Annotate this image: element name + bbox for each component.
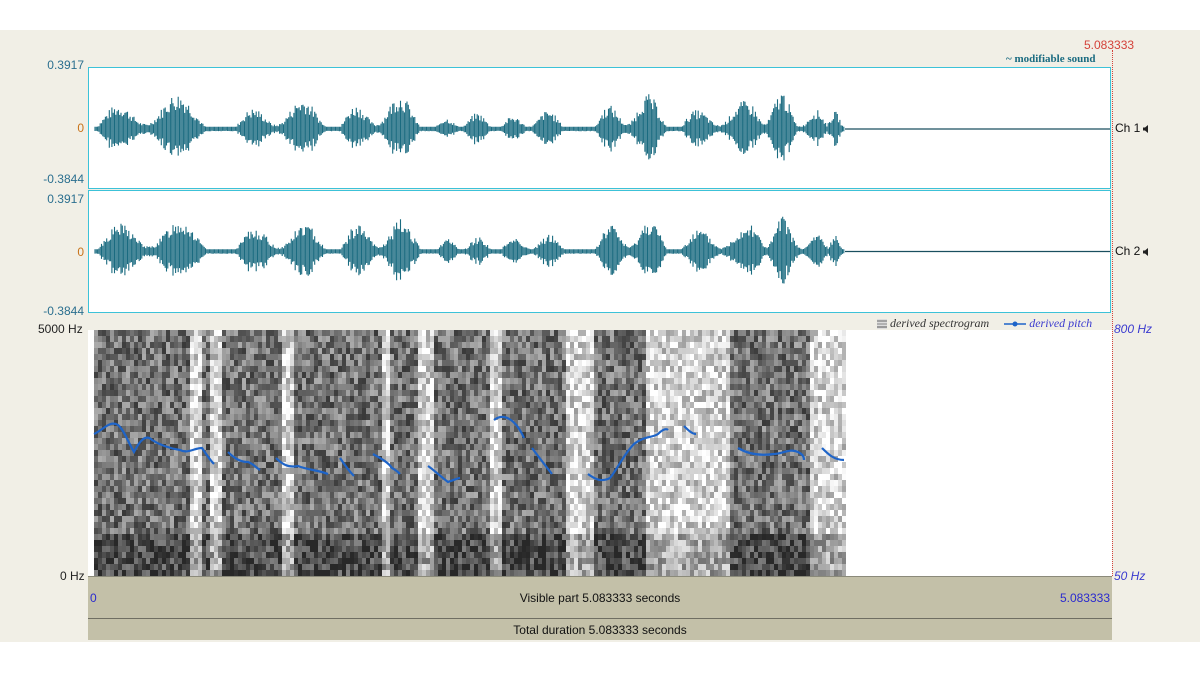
time-end-label: 5.083333 <box>1059 591 1110 605</box>
ch2-label: Ch 2 <box>1115 244 1141 258</box>
channel-1-toggle[interactable]: Ch 1 <box>1115 121 1150 135</box>
spectrogram-graphic <box>93 330 846 576</box>
ch2-max-label: 0.3917 <box>47 192 84 206</box>
channel-2-waveform[interactable] <box>88 190 1111 313</box>
spectrogram-texture <box>94 330 846 576</box>
freq-bottom-label: 0 Hz <box>60 569 85 583</box>
channel-1-waveform[interactable] <box>88 67 1111 189</box>
pitch-top-label: 800 Hz <box>1114 322 1153 336</box>
spectrogram-swatch-icon <box>877 319 887 330</box>
speaker-icon <box>1143 247 1149 256</box>
pitch-bottom-label: 50 Hz <box>1114 569 1146 583</box>
modifiable-sound-label: ~ modifiable sound <box>1006 53 1096 65</box>
freq-top-label: 5000 Hz <box>38 322 83 336</box>
spectrogram-panel[interactable] <box>88 330 1112 576</box>
ch1-waveform-graphic <box>94 94 1110 161</box>
ch1-max-label: 0.3917 <box>47 58 84 72</box>
cursor-line <box>1112 50 1113 576</box>
waveform-path <box>94 94 845 161</box>
ch2-waveform-graphic <box>94 216 1110 284</box>
visible-part-bar[interactable]: 0 Visible part 5.083333 seconds 5.083333 <box>88 576 1112 618</box>
cursor-time-label: 5.083333 <box>1084 38 1135 52</box>
spectrogram-legend: derived spectrogram derived pitch <box>877 316 1092 331</box>
ch1-min-label: -0.3844 <box>43 172 84 186</box>
channel-2-toggle[interactable]: Ch 2 <box>1115 244 1150 258</box>
total-duration-bar[interactable]: Total duration 5.083333 seconds <box>88 618 1112 640</box>
ch1-label: Ch 1 <box>1115 121 1141 135</box>
total-duration-label: Total duration 5.083333 seconds <box>513 623 687 637</box>
ch2-zero-label: 0 <box>77 245 84 259</box>
legend-pitch-label: derived pitch <box>1029 316 1093 330</box>
waveform-path <box>94 216 845 284</box>
pitch-line-icon <box>1004 321 1027 327</box>
sound-editor-window: 5.083333 ~ modifiable sound 0.3917 0 -0.… <box>0 30 1200 642</box>
speaker-icon <box>1143 124 1149 133</box>
ch2-min-label: -0.3844 <box>43 304 84 318</box>
ch1-zero-label: 0 <box>77 121 84 135</box>
visible-part-label: Visible part 5.083333 seconds <box>519 591 681 605</box>
legend-spectrogram-label: derived spectrogram <box>890 316 990 330</box>
